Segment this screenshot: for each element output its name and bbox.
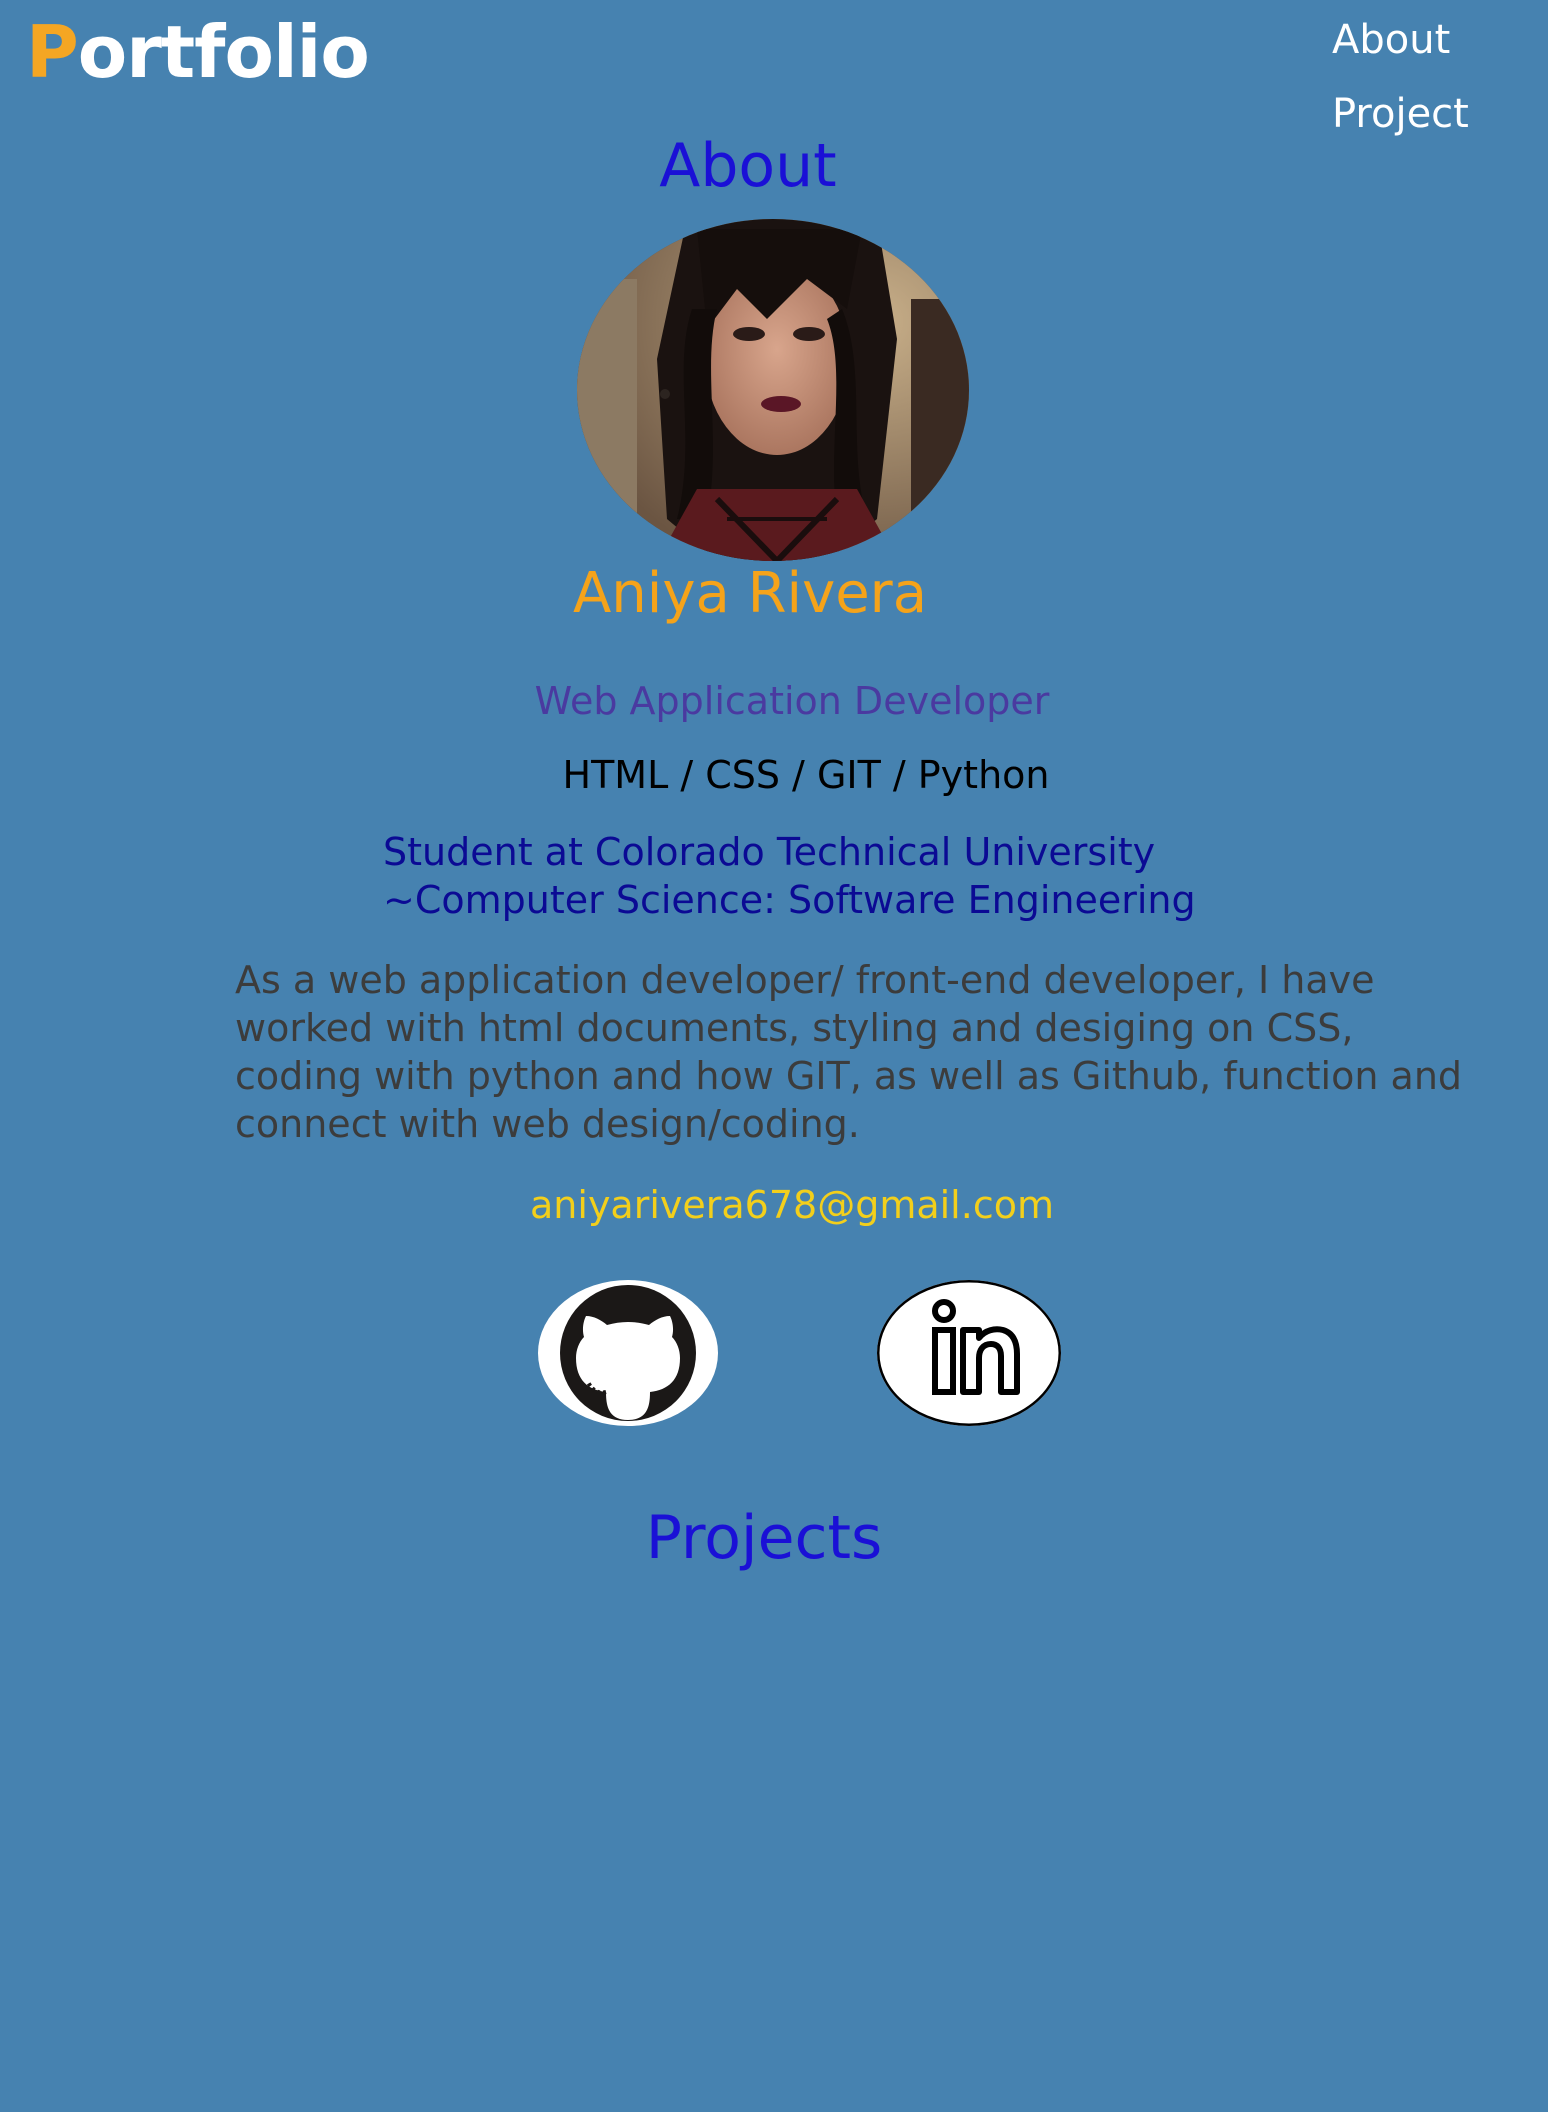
github-icon [560, 1285, 696, 1421]
logo-text: ortfolio [77, 10, 370, 94]
projects-heading: Projects [645, 1503, 883, 1573]
linkedin-link[interactable] [877, 1280, 1061, 1426]
profile-photo [577, 219, 969, 561]
site-logo[interactable]: Portfolio [26, 16, 370, 88]
nav-item-about[interactable]: About [1332, 14, 1548, 88]
github-link[interactable] [538, 1280, 718, 1426]
education: Student at Colorado Technical University… [383, 828, 1196, 924]
skills-list: HTML / CSS / GIT / Python [562, 753, 1050, 797]
bio-paragraph: As a web application developer/ front-en… [235, 958, 1463, 1146]
logo-initial: P [26, 10, 79, 94]
email-link[interactable]: aniyarivera678@gmail.com [18, 1186, 1548, 1224]
education-line-2: ~Computer Science: Software Engineering [383, 878, 1196, 922]
education-line-1: Student at Colorado Technical University [383, 830, 1156, 874]
about-heading: About [659, 131, 837, 201]
profile-name: Aniya Rivera [572, 561, 928, 626]
linkedin-icon [877, 1280, 1061, 1426]
job-title: Web Application Developer [534, 679, 1050, 723]
